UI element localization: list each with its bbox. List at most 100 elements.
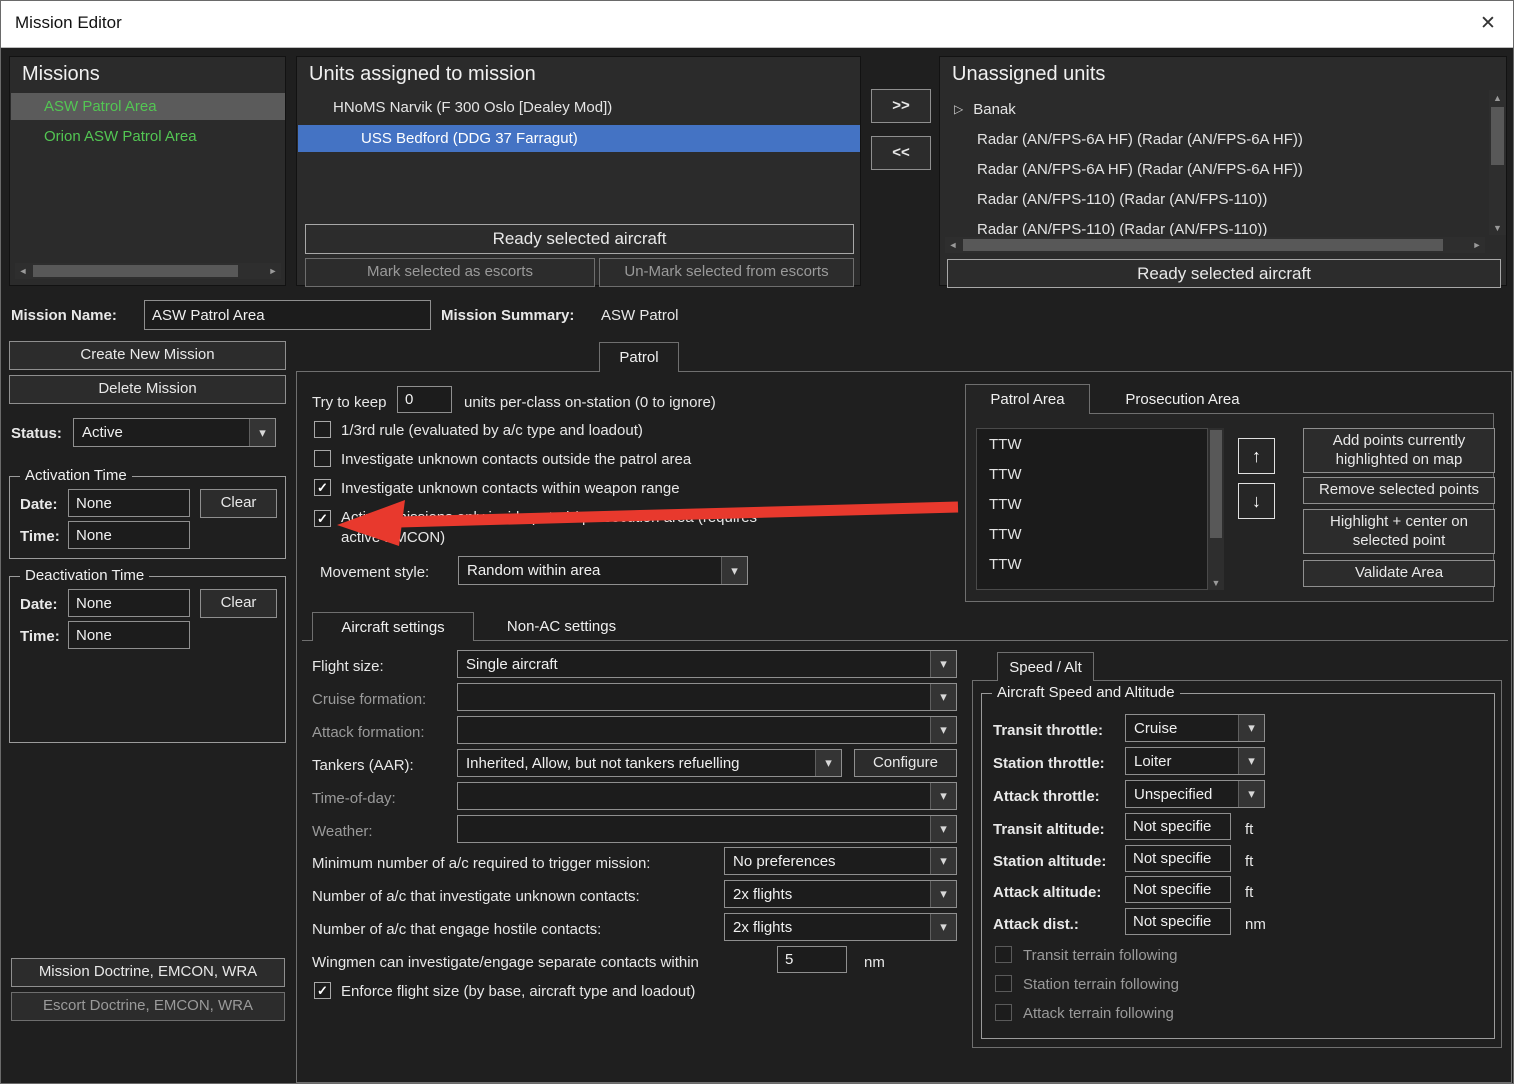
unassigned-vscrollbar[interactable]: ▲ ▼ — [1489, 90, 1506, 235]
cruise-formation-dropdown[interactable]: ▾ — [457, 683, 957, 711]
investigate-outside-checkbox[interactable] — [314, 450, 331, 467]
create-new-mission-button[interactable]: Create New Mission — [9, 341, 286, 370]
delete-mission-button[interactable]: Delete Mission — [9, 375, 286, 404]
engage-count-dropdown[interactable]: 2x flights ▾ — [724, 913, 957, 941]
tree-expand-icon[interactable]: ▷ — [954, 102, 963, 116]
scroll-right-icon[interactable]: ► — [1469, 237, 1485, 253]
deactivation-time-input[interactable]: None — [68, 621, 190, 649]
activation-time-input[interactable]: None — [68, 521, 190, 549]
transit-altitude-input[interactable]: Not specifie — [1125, 813, 1231, 840]
close-icon[interactable]: ✕ — [1480, 12, 1496, 35]
mission-name-input[interactable] — [144, 300, 431, 330]
move-point-down-button[interactable]: ↓ — [1238, 483, 1275, 519]
area-point-item[interactable]: TTW — [977, 459, 1207, 489]
ready-selected-aircraft-button[interactable]: Ready selected aircraft — [305, 224, 854, 254]
enforce-flight-size-checkbox[interactable]: ✓ — [314, 982, 331, 999]
active-emissions-checkbox[interactable]: ✓ — [314, 510, 331, 527]
chevron-down-icon[interactable]: ▾ — [249, 419, 275, 446]
deactivation-date-input[interactable]: None — [68, 589, 190, 617]
unassigned-unit-item[interactable]: Radar (AN/FPS-6A HF) (Radar (AN/FPS-6A H… — [941, 154, 1487, 184]
chevron-down-icon[interactable]: ▾ — [930, 717, 956, 743]
area-point-item[interactable]: TTW — [977, 549, 1207, 579]
investigate-within-checkbox[interactable]: ✓ — [314, 479, 331, 496]
scrollbar-thumb[interactable] — [1210, 430, 1222, 538]
unassigned-hscrollbar[interactable]: ◄ ► — [945, 237, 1485, 253]
ready-selected-aircraft-button[interactable]: Ready selected aircraft — [947, 259, 1501, 288]
area-point-item[interactable]: TTW — [977, 519, 1207, 549]
scroll-up-icon[interactable]: ▲ — [1489, 90, 1506, 105]
attack-distance-input[interactable]: Not specifie — [1125, 908, 1231, 935]
escort-doctrine-button[interactable]: Escort Doctrine, EMCON, WRA — [11, 992, 285, 1021]
chevron-down-icon[interactable]: ▾ — [930, 914, 956, 940]
scroll-right-icon[interactable]: ► — [265, 263, 281, 279]
scroll-down-icon[interactable]: ▼ — [1208, 575, 1224, 590]
scrollbar-thumb[interactable] — [33, 265, 238, 277]
attack-throttle-dropdown[interactable]: Unspecified ▾ — [1125, 780, 1265, 808]
validate-area-button[interactable]: Validate Area — [1303, 560, 1495, 587]
tab-patrol-area[interactable]: Patrol Area — [965, 384, 1090, 414]
scrollbar-thumb[interactable] — [1491, 107, 1504, 165]
activation-clear-button[interactable]: Clear — [200, 489, 277, 518]
attack-altitude-input[interactable]: Not specifie — [1125, 876, 1231, 903]
scrollbar-thumb[interactable] — [963, 239, 1443, 251]
tankers-dropdown[interactable]: Inherited, Allow, but not tankers refuel… — [457, 749, 842, 777]
unassigned-unit-item[interactable]: Radar (AN/FPS-6A HF) (Radar (AN/FPS-6A H… — [941, 124, 1487, 154]
attack-formation-dropdown[interactable]: ▾ — [457, 716, 957, 744]
chevron-down-icon[interactable]: ▾ — [721, 557, 747, 584]
station-altitude-input[interactable]: Not specifie — [1125, 845, 1231, 872]
deactivation-clear-button[interactable]: Clear — [200, 589, 277, 618]
mission-list-item[interactable]: Orion ASW Patrol Area — [11, 123, 285, 150]
flight-size-dropdown[interactable]: Single aircraft ▾ — [457, 650, 957, 678]
area-point-item[interactable]: TTW — [977, 489, 1207, 519]
area-point-item[interactable]: TTW — [977, 429, 1207, 459]
chevron-down-icon[interactable]: ▾ — [1238, 715, 1264, 741]
wingmen-range-input[interactable] — [777, 946, 847, 973]
try-to-keep-input[interactable] — [397, 386, 452, 413]
remove-points-button[interactable]: Remove selected points — [1303, 477, 1495, 504]
third-rule-checkbox[interactable] — [314, 421, 331, 438]
station-terrain-checkbox[interactable] — [995, 975, 1012, 992]
tab-prosecution-area[interactable]: Prosecution Area — [1090, 384, 1275, 414]
scroll-left-icon[interactable]: ◄ — [945, 237, 961, 253]
min-aircraft-dropdown[interactable]: No preferences ▾ — [724, 847, 957, 875]
tab-patrol[interactable]: Patrol — [599, 342, 679, 372]
unassigned-unit-item[interactable]: Radar (AN/FPS-110) (Radar (AN/FPS-110)) — [941, 214, 1487, 237]
tab-speed-alt[interactable]: Speed / Alt — [997, 652, 1094, 681]
station-throttle-dropdown[interactable]: Loiter ▾ — [1125, 747, 1265, 775]
move-point-up-button[interactable]: ↑ — [1238, 438, 1275, 474]
status-dropdown[interactable]: Active ▾ — [73, 418, 276, 447]
configure-tankers-button[interactable]: Configure — [854, 749, 957, 777]
assigned-unit-item[interactable]: HNoMS Narvik (F 300 Oslo [Dealey Mod]) — [298, 94, 860, 121]
chevron-down-icon[interactable]: ▾ — [930, 881, 956, 907]
tab-nonac-settings[interactable]: Non-AC settings — [474, 612, 649, 641]
transit-terrain-checkbox[interactable] — [995, 946, 1012, 963]
movement-style-dropdown[interactable]: Random within area ▾ — [458, 556, 748, 585]
add-points-button[interactable]: Add points currently highlighted on map — [1303, 428, 1495, 473]
time-of-day-dropdown[interactable]: ▾ — [457, 782, 957, 810]
chevron-down-icon[interactable]: ▾ — [1238, 748, 1264, 774]
attack-terrain-checkbox[interactable] — [995, 1004, 1012, 1021]
chevron-down-icon[interactable]: ▾ — [930, 684, 956, 710]
mark-escorts-button[interactable]: Mark selected as escorts — [305, 258, 595, 287]
activation-date-input[interactable]: None — [68, 489, 190, 517]
chevron-down-icon[interactable]: ▾ — [930, 783, 956, 809]
scroll-left-icon[interactable]: ◄ — [15, 263, 31, 279]
investigate-count-dropdown[interactable]: 2x flights ▾ — [724, 880, 957, 908]
chevron-down-icon[interactable]: ▾ — [1238, 781, 1264, 807]
mission-list-item[interactable]: ASW Patrol Area — [11, 93, 285, 120]
area-list-scrollbar[interactable]: ▼ — [1208, 428, 1224, 590]
chevron-down-icon[interactable]: ▾ — [930, 651, 956, 677]
unmark-escorts-button[interactable]: Un-Mark selected from escorts — [599, 258, 854, 287]
highlight-center-button[interactable]: Highlight + center on selected point — [1303, 509, 1495, 554]
tab-aircraft-settings[interactable]: Aircraft settings — [312, 612, 474, 641]
weather-dropdown[interactable]: ▾ — [457, 815, 957, 843]
chevron-down-icon[interactable]: ▾ — [815, 750, 841, 776]
mission-doctrine-button[interactable]: Mission Doctrine, EMCON, WRA — [11, 958, 285, 987]
chevron-down-icon[interactable]: ▾ — [930, 816, 956, 842]
assigned-unit-item[interactable]: USS Bedford (DDG 37 Farragut) — [298, 125, 860, 152]
transit-throttle-dropdown[interactable]: Cruise ▾ — [1125, 714, 1265, 742]
assign-unit-button[interactable]: >> — [871, 89, 931, 123]
unassign-unit-button[interactable]: << — [871, 136, 931, 170]
tree-group-row[interactable]: ▷ Banak — [941, 94, 1487, 124]
scroll-down-icon[interactable]: ▼ — [1489, 220, 1506, 235]
